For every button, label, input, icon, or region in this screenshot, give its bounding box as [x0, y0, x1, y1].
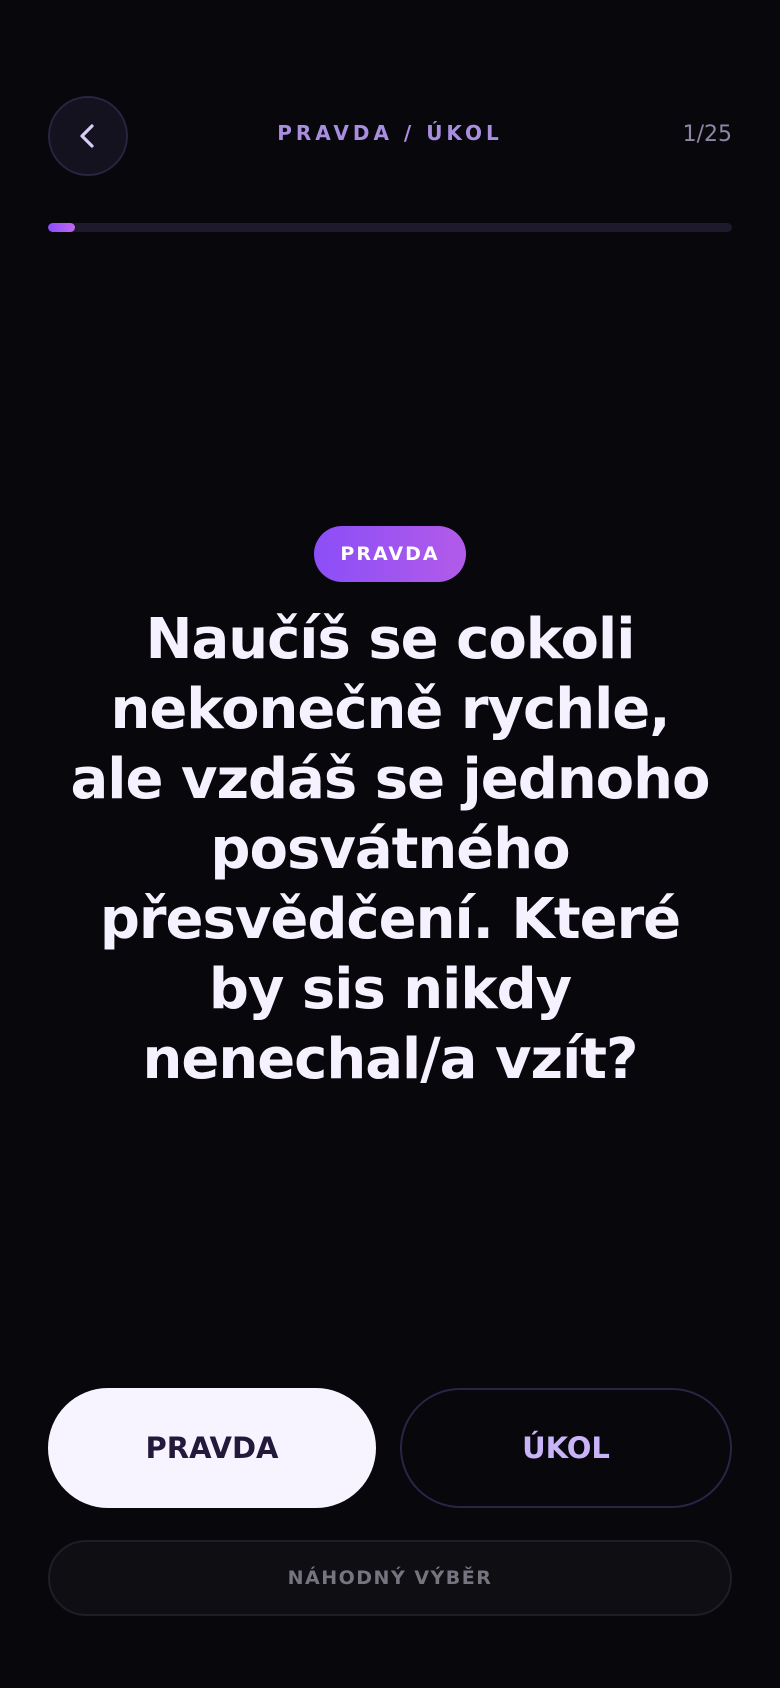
- page-title: PRAVDA / ÚKOL: [277, 121, 503, 145]
- truth-or-dare-screen: PRAVDA / ÚKOL 1/25 PRAVDA Naučíš se coko…: [0, 0, 780, 1688]
- progress-bar: [48, 223, 732, 232]
- question-counter: 1/25: [682, 122, 732, 147]
- progress-fill: [48, 223, 76, 232]
- mode-badge: PRAVDA: [314, 526, 466, 582]
- question-text: Naučíš se cokoli nekonečně rychle, ale v…: [70, 607, 710, 1092]
- truth-button[interactable]: PRAVDA: [48, 1388, 376, 1508]
- random-pick-button[interactable]: NÁHODNÝ VÝBĚR: [48, 1540, 732, 1616]
- dare-button[interactable]: ÚKOL: [400, 1388, 732, 1508]
